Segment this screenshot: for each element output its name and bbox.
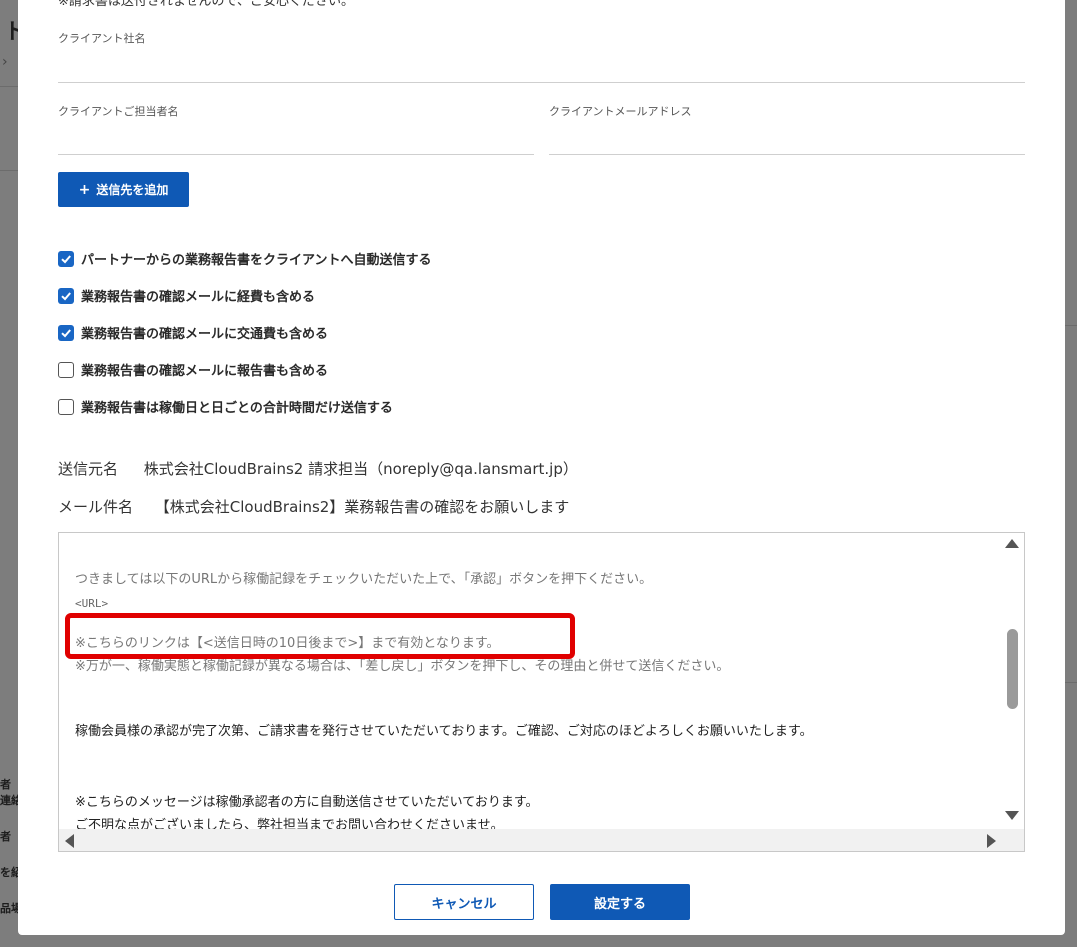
client-company-input-underline [58,82,1025,83]
cancel-button[interactable]: キャンセル [394,884,534,920]
sender-value: 株式会社CloudBrains2 請求担当（noreply@qa.lansmar… [143,460,578,478]
scroll-thumb[interactable] [1007,629,1018,709]
checkbox-label: 業務報告書の確認メールに経費も含める [81,290,316,305]
notice-text: ※請求書は送付されませんので、ご安心ください。 [58,0,354,9]
background-side-label: 者 [0,778,11,791]
plus-icon: + [78,181,91,198]
mail-line: ※こちらのメッセージは稼働承認者の方に自動送信させていただいております。 [75,795,539,810]
sender-key: 送信元名 [58,460,119,478]
checkbox-hours-only[interactable]: 業務報告書は稼働日と日ごとの合計時間だけ送信する [58,388,431,425]
settings-modal: ※請求書は送付されませんので、ご安心ください。 クライアント社名 クライアントご… [18,0,1065,935]
client-contact-field[interactable]: クライアントご担当者名 [58,103,534,155]
mail-body-textarea[interactable]: つきましては以下のURLから稼働記録をチェックいただいた上で、「承認」ボタンを押… [58,532,1025,852]
mail-line: <URL> [75,597,109,610]
checkbox-label: 業務報告書の確認メールに交通費も含める [81,327,329,342]
divider [0,86,18,87]
subject-value: 【株式会社CloudBrains2】業務報告書の確認をお願いします [154,498,570,516]
highlight-annotation [65,613,575,659]
checkbox-unchecked-icon[interactable] [58,361,74,378]
horizontal-scrollbar[interactable] [59,829,1002,851]
checkbox-checked-icon[interactable] [58,250,74,267]
scroll-right-icon[interactable] [987,834,996,848]
checkbox-checked-icon[interactable] [58,287,74,304]
mail-line: 稼働会員様の承認が完了次第、ご請求書を発行させていただいております。ご確認、ご対… [75,724,813,739]
sender-row: 送信元名 株式会社CloudBrains2 請求担当（noreply@qa.la… [58,458,578,479]
save-button[interactable]: 設定する [550,884,690,920]
scroll-down-icon[interactable] [1005,811,1019,820]
checkbox-checked-icon[interactable] [58,324,74,341]
client-company-field[interactable]: クライアント社名 [58,30,1025,83]
checkbox-include-report[interactable]: 業務報告書の確認メールに報告書も含める [58,351,431,388]
checkbox-label: パートナーからの業務報告書をクライアントへ自動送信する [81,253,432,268]
checkbox-auto-send[interactable]: パートナーからの業務報告書をクライアントへ自動送信する [58,240,431,277]
client-contact-input-underline [58,154,534,155]
add-recipient-button[interactable]: + 送信先を追加 [58,172,189,207]
client-contact-label: クライアントご担当者名 [58,105,179,118]
checkbox-include-expenses[interactable]: 業務報告書の確認メールに経費も含める [58,277,431,314]
scroll-up-icon[interactable] [1005,539,1019,548]
client-email-input-underline [549,154,1025,155]
scrollbar-corner [1000,829,1024,851]
divider [1065,682,1077,683]
subject-row: メール件名 【株式会社CloudBrains2】業務報告書の確認をお願いします [58,496,569,517]
client-company-label: クライアント社名 [58,32,146,45]
option-checkboxes: パートナーからの業務報告書をクライアントへ自動送信する 業務報告書の確認メールに… [58,240,431,425]
client-email-label: クライアントメールアドレス [549,105,692,118]
checkbox-include-transport[interactable]: 業務報告書の確認メールに交通費も含める [58,314,431,351]
mail-line: つきましては以下のURLから稼働記録をチェックいただいた上で、「承認」ボタンを押… [75,572,653,587]
checkbox-label: 業務報告書は稼働日と日ごとの合計時間だけ送信する [81,401,393,416]
checkbox-label: 業務報告書の確認メールに報告書も含める [81,364,329,379]
checkbox-unchecked-icon[interactable] [58,398,74,415]
divider [0,170,18,171]
chevron-right-icon: › [2,54,8,70]
divider [1065,325,1077,326]
vertical-scrollbar[interactable] [1000,533,1024,829]
subject-key: メール件名 [58,498,134,516]
background-side-label: 者 [0,830,11,843]
client-email-field[interactable]: クライアントメールアドレス [549,103,1025,155]
add-recipient-label: 送信先を追加 [96,183,169,197]
mail-line: ※万が一、稼働実態と稼働記録が異なる場合は、「差し戻し」ボタンを押下し、その理由… [75,659,730,674]
scroll-left-icon[interactable] [65,834,74,848]
